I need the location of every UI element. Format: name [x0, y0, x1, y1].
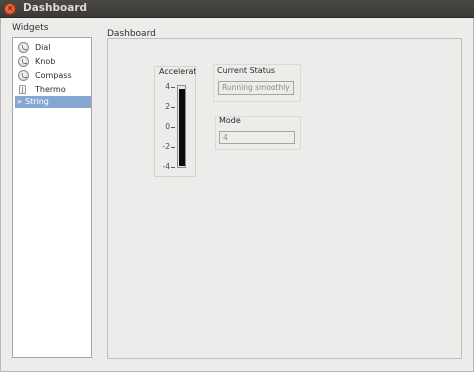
tick-label: -4	[162, 162, 170, 171]
tick-mark	[171, 147, 175, 148]
list-item-dial[interactable]: Dial	[15, 42, 91, 54]
status-field[interactable]: Running smoothly	[218, 81, 294, 95]
knob-icon	[18, 56, 29, 67]
status-title: Current Status	[217, 66, 276, 75]
thermometer-fill	[179, 89, 185, 166]
window-titlebar: ✕ Dashboard	[0, 0, 474, 18]
list-item-thermo[interactable]: Thermo	[15, 84, 91, 96]
list-item-label: Dial	[35, 43, 51, 52]
tick-mark	[171, 87, 175, 88]
list-item-string[interactable]: » String	[15, 96, 91, 108]
tick-label: -2	[162, 142, 170, 151]
list-item-label: Compass	[35, 71, 72, 80]
list-item-compass[interactable]: Compass	[15, 70, 91, 82]
list-item-label: String	[25, 97, 49, 106]
close-icon[interactable]: ✕	[4, 3, 16, 15]
widget-list[interactable]: Dial Knob Compass Thermo » String	[12, 37, 92, 358]
widgets-label: Widgets	[12, 23, 49, 33]
tick-mark	[171, 107, 175, 108]
string-icon: »	[17, 97, 22, 106]
dial-icon	[18, 42, 29, 53]
list-item-label: Knob	[35, 57, 56, 66]
mode-field[interactable]: 4	[219, 131, 295, 144]
tick-label: 4	[165, 82, 170, 91]
acceleration-title: Acceleration	[159, 67, 196, 76]
thermo-icon	[19, 85, 26, 94]
tick-label: 2	[165, 102, 170, 111]
list-item-knob[interactable]: Knob	[15, 56, 91, 68]
tick-mark	[171, 167, 175, 168]
mode-title: Mode	[219, 116, 241, 125]
window-title: Dashboard	[23, 2, 88, 14]
compass-icon	[18, 70, 29, 81]
list-item-label: Thermo	[35, 85, 66, 94]
tick-label: 0	[165, 122, 170, 131]
tick-mark	[171, 127, 175, 128]
